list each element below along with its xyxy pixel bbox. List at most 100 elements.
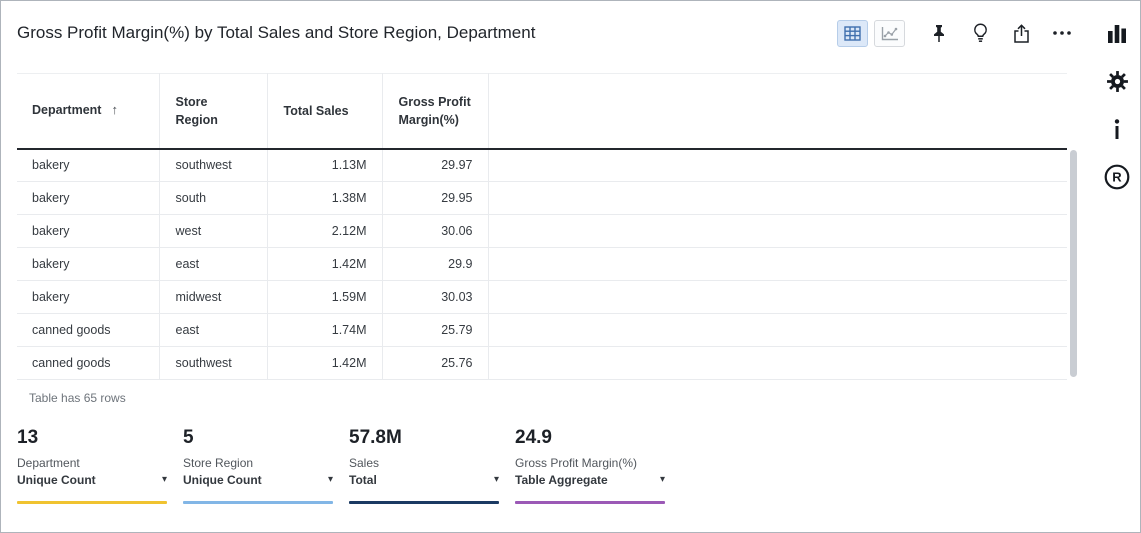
- table-cell: 29.95: [382, 182, 488, 215]
- top-bar: Gross Profit Margin(%) by Total Sales an…: [1, 1, 1140, 65]
- pin-to-dashboard-button[interactable]: [925, 19, 953, 47]
- summary-cards: 13DepartmentUnique Count▾5Store RegionUn…: [17, 427, 1124, 504]
- insights-button[interactable]: [966, 19, 994, 47]
- table-cell: southwest: [159, 347, 267, 380]
- aggregation-dropdown[interactable]: Unique Count▾: [183, 473, 333, 487]
- column-header-total-sales[interactable]: Total Sales: [267, 74, 382, 149]
- summary-card: 57.8M Sales Total ▾: [349, 427, 499, 504]
- sort-ascending-icon[interactable]: ↑: [111, 102, 118, 117]
- more-options-button[interactable]: [1048, 19, 1076, 47]
- caret-down-icon: ▾: [328, 475, 333, 485]
- aggregation-dropdown[interactable]: Unique Count ▾: [17, 473, 167, 487]
- table-cell: 29.9: [382, 248, 488, 281]
- table-cell: 1.74M: [267, 314, 382, 347]
- lightbulb-icon: [973, 23, 988, 43]
- column-header-gross-profit-margin[interactable]: Gross Profit Margin(%): [382, 74, 488, 149]
- table-row: canned goodssouthwest1.42M25.76: [17, 347, 1067, 380]
- share-export-icon: [1013, 24, 1030, 43]
- table-cell: bakery: [17, 248, 159, 281]
- table-row: bakerysouth1.38M29.95: [17, 182, 1067, 215]
- table-row: bakerywest2.12M30.06: [17, 215, 1067, 248]
- summary-card: 13DepartmentUnique Count▾: [17, 427, 167, 504]
- table-row: bakerymidwest1.59M30.03: [17, 281, 1067, 314]
- summary-label: Department: [17, 456, 167, 470]
- page-title: Gross Profit Margin(%) by Total Sales an…: [17, 23, 535, 43]
- table-cell: 25.79: [382, 314, 488, 347]
- table-cell: south: [159, 182, 267, 215]
- table-cell: canned goods: [17, 347, 159, 380]
- summary-color-bar: [183, 501, 333, 504]
- caret-down-icon: ▾: [494, 475, 499, 485]
- summary-color-bar: [349, 501, 499, 504]
- column-header-store-region[interactable]: Store Region: [159, 74, 267, 149]
- table-header-row: Department ↑ Store Region Total Sales Gro…: [17, 74, 1067, 149]
- table-cell: 2.12M: [267, 215, 382, 248]
- table-cell-empty: [488, 182, 1067, 215]
- caret-down-icon: ▾: [162, 475, 167, 485]
- result-table: Department ↑ Store Region Total Sales Gro…: [17, 73, 1067, 380]
- summary-label: Sales: [349, 456, 499, 470]
- table-cell-empty: [488, 281, 1067, 314]
- chart-view-button[interactable]: [874, 20, 905, 47]
- table-cell: bakery: [17, 281, 159, 314]
- table-cell: 29.97: [382, 149, 488, 182]
- table-body: bakerysouthwest1.13M29.97bakerysouth1.38…: [17, 149, 1067, 380]
- table-cell: canned goods: [17, 314, 159, 347]
- table-cell: 1.42M: [267, 347, 382, 380]
- view-toggle-group: [837, 20, 905, 47]
- table-cell: west: [159, 215, 267, 248]
- summary-card: 24.9 Gross Profit Margin(%) Table Aggregat…: [515, 427, 665, 504]
- column-header-label: Department: [32, 103, 101, 117]
- summary-value: 24.9: [515, 427, 665, 449]
- aggregation-label: Table Aggregate: [515, 473, 608, 487]
- summary-value: 57.8M: [349, 427, 499, 449]
- table-cell-empty: [488, 215, 1067, 248]
- table-grid-icon: [844, 26, 861, 41]
- table-cell-empty: [488, 314, 1067, 347]
- table-cell: 1.13M: [267, 149, 382, 182]
- table-cell: 1.59M: [267, 281, 382, 314]
- table-row: bakeryeast1.42M29.9: [17, 248, 1067, 281]
- table-scrollbar[interactable]: [1070, 150, 1077, 377]
- aggregation-label: Unique Count: [17, 473, 96, 487]
- ellipsis-icon: [1052, 30, 1072, 36]
- export-button[interactable]: [1007, 19, 1035, 47]
- summary-card: 5Store RegionUnique Count▾: [183, 427, 333, 504]
- column-header-department[interactable]: Department ↑: [17, 74, 159, 149]
- table-cell: 30.03: [382, 281, 488, 314]
- result-table-container: Department ↑ Store Region Total Sales Gro…: [17, 73, 1124, 380]
- column-header-label: Gross Profit Margin(%): [399, 95, 471, 127]
- chart-type-button[interactable]: [1104, 20, 1130, 46]
- caret-down-icon: ▾: [660, 475, 665, 485]
- table-cell-empty: [488, 248, 1067, 281]
- toolbar: [837, 19, 1076, 47]
- table-cell: 1.42M: [267, 248, 382, 281]
- table-cell: bakery: [17, 215, 159, 248]
- table-cell-empty: [488, 149, 1067, 182]
- pushpin-icon: [931, 24, 947, 43]
- summary-label: Gross Profit Margin(%): [515, 456, 665, 470]
- row-count-note: Table has 65 rows: [29, 391, 1124, 405]
- table-cell: 25.76: [382, 347, 488, 380]
- bar-chart-icon: [1107, 24, 1127, 43]
- table-row: canned goodseast1.74M25.79: [17, 314, 1067, 347]
- chart-explorer-window: Gross Profit Margin(%) by Total Sales an…: [0, 0, 1141, 533]
- line-chart-icon: [881, 26, 899, 41]
- table-view-button[interactable]: [837, 20, 868, 47]
- table-cell: east: [159, 248, 267, 281]
- column-header-label: Store Region: [176, 95, 218, 127]
- table-row: bakerysouthwest1.13M29.97: [17, 149, 1067, 182]
- table-cell: 1.38M: [267, 182, 382, 215]
- column-header-empty: [488, 74, 1067, 149]
- summary-color-bar: [515, 501, 665, 504]
- aggregation-dropdown[interactable]: Total ▾: [349, 473, 499, 487]
- column-header-label: Total Sales: [284, 104, 349, 118]
- table-cell: east: [159, 314, 267, 347]
- aggregation-dropdown[interactable]: Table Aggregate ▾: [515, 473, 665, 487]
- table-cell: bakery: [17, 182, 159, 215]
- table-cell: midwest: [159, 281, 267, 314]
- aggregation-label: Total: [349, 473, 377, 487]
- summary-value: 5: [183, 427, 333, 449]
- summary-color-bar: [17, 501, 167, 504]
- table-cell: southwest: [159, 149, 267, 182]
